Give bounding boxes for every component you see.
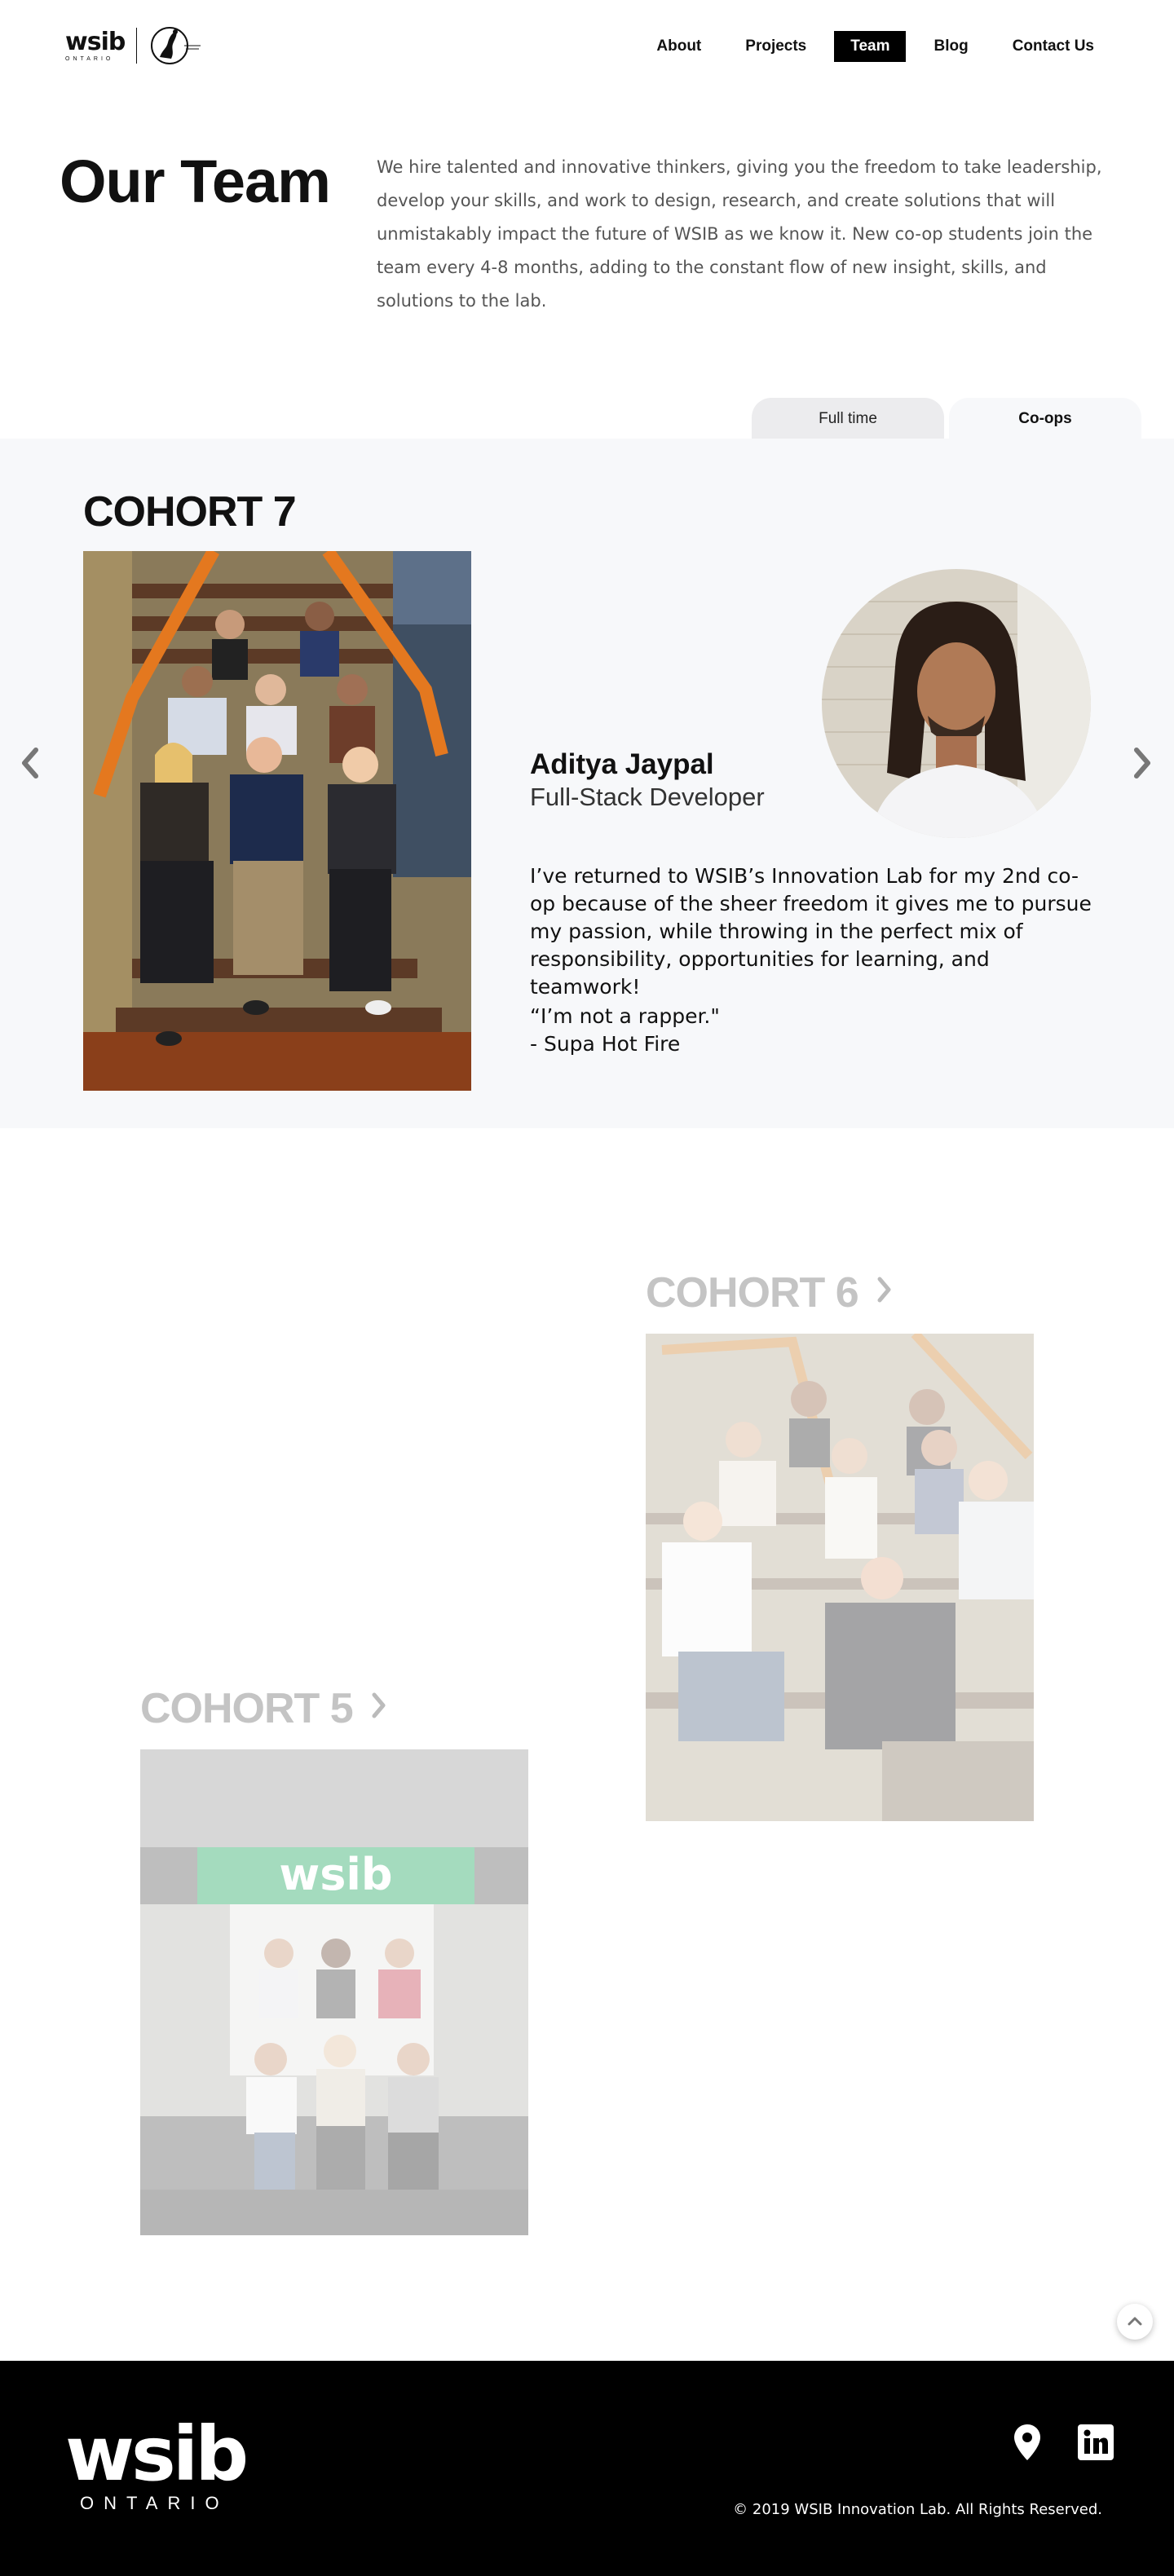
nav-about[interactable]: About	[640, 31, 717, 62]
current-cohort-panel: COHORT 7 Aditya Jaypal Full-Stack Develo…	[0, 439, 1174, 1128]
page-title: Our Team	[60, 148, 331, 215]
member-bio: I’ve returned to WSIB’s Innovation Lab f…	[530, 864, 1092, 999]
nav-contact[interactable]: Contact Us	[996, 31, 1110, 62]
team-tabs: Full time Co-ops	[752, 398, 1141, 439]
map-pin-icon[interactable]	[1014, 2424, 1040, 2464]
wsib-logo[interactable]: wsib ONTARIO	[65, 24, 202, 67]
chevron-right-icon[interactable]	[1133, 747, 1153, 786]
cohort-6-photo[interactable]	[646, 1334, 1034, 1821]
footer-social-icons	[1014, 2424, 1114, 2464]
cohort-group-photo	[83, 551, 471, 1091]
main-nav: About Projects Team Blog Contact Us	[640, 31, 1110, 62]
member-avatar	[822, 569, 1091, 838]
footer-logo-submark: ONTARIO	[80, 2493, 229, 2513]
tab-co-ops[interactable]: Co-ops	[949, 398, 1141, 439]
footer-logo-wordmark: wsib	[65, 2411, 249, 2498]
gecko-emblem-icon	[151, 27, 201, 64]
nav-team[interactable]: Team	[834, 31, 907, 62]
cohort-title: COHORT 7	[83, 488, 297, 536]
chevron-right-icon	[876, 1276, 893, 1311]
nav-projects[interactable]: Projects	[729, 31, 823, 62]
nav-blog[interactable]: Blog	[917, 31, 984, 62]
intro-text: We hire talented and innovative thinkers…	[377, 157, 1102, 311]
linkedin-icon[interactable]	[1078, 2424, 1114, 2464]
svg-text:wsib: wsib	[279, 1849, 392, 1900]
quote-attribution: - Supa Hot Fire	[530, 1032, 681, 1056]
cohort-5-title: COHORT 5	[140, 1685, 354, 1732]
member-role: Full-Stack Developer	[530, 783, 765, 811]
footer-logo[interactable]: wsib ONTARIO	[65, 2411, 249, 2514]
member-quote: “I’m not a rapper." - Supa Hot Fire	[530, 1003, 1101, 1058]
tab-full-time[interactable]: Full time	[752, 398, 944, 439]
logo-wordmark: wsib	[65, 27, 126, 56]
site-header: wsib ONTARIO About Projects Team Blog Co…	[0, 0, 1174, 98]
back-to-top-button[interactable]	[1117, 2304, 1153, 2340]
cohort-5-photo[interactable]: wsib	[140, 1749, 528, 2235]
quote-text: “I’m not a rapper."	[530, 1004, 720, 1028]
site-footer: wsib ONTARIO © 2019 WSIB Innovation Lab.…	[0, 2361, 1174, 2576]
cohort-5-link[interactable]: COHORT 5	[140, 1684, 387, 1733]
cohort-6-title: COHORT 6	[646, 1269, 859, 1317]
chevron-left-icon[interactable]	[20, 747, 39, 786]
logo-submark: ONTARIO	[65, 55, 114, 62]
copyright-text: © 2019 WSIB Innovation Lab. All Rights R…	[733, 2501, 1102, 2518]
member-name: Aditya Jaypal	[530, 748, 714, 780]
chevron-up-icon	[1128, 2317, 1142, 2326]
chevron-right-icon	[371, 1692, 387, 1727]
logo-divider	[136, 28, 138, 64]
cohort-6-link[interactable]: COHORT 6	[646, 1268, 893, 1317]
